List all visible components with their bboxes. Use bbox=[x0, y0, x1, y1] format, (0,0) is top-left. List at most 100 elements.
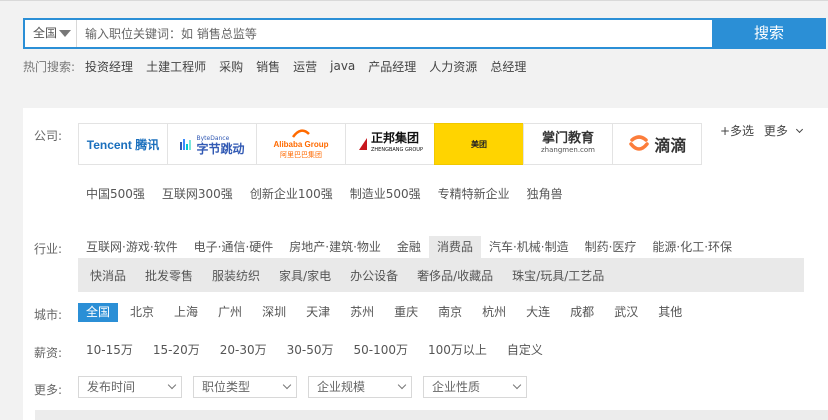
city-item[interactable]: 杭州 bbox=[474, 303, 514, 322]
chevron-down-icon bbox=[795, 125, 803, 134]
sub-industry-item[interactable]: 批发零售 bbox=[145, 267, 193, 284]
city-item[interactable]: 广州 bbox=[210, 303, 250, 322]
salary-label: 薪资: bbox=[34, 346, 63, 360]
company-logo-didi[interactable]: 滴滴 bbox=[612, 123, 702, 165]
city-item[interactable]: 南京 bbox=[430, 303, 470, 322]
company-nature-dropdown[interactable]: 企业性质 bbox=[423, 376, 527, 398]
tencent-logo-text: Tencent 腾讯 bbox=[86, 137, 160, 152]
company-size-dropdown[interactable]: 企业规模 bbox=[308, 376, 412, 398]
company-logo-zhangmen[interactable]: 掌门教育 zhangmen.com bbox=[523, 123, 613, 165]
company-tag[interactable]: 中国500强 bbox=[86, 185, 145, 202]
dropdown-label: 企业性质 bbox=[432, 380, 481, 394]
chevron-down-icon bbox=[512, 380, 522, 390]
salary-item[interactable]: 15-20万 bbox=[145, 341, 208, 360]
city-item[interactable]: 北京 bbox=[122, 303, 162, 322]
company-logo-alibaba[interactable]: Alibaba Group 阿里巴巴集团 bbox=[256, 123, 346, 165]
company-tag[interactable]: 专精特新企业 bbox=[438, 185, 510, 202]
hot-keyword[interactable]: 运营 bbox=[293, 58, 317, 75]
city-item[interactable]: 武汉 bbox=[606, 303, 646, 322]
city-item[interactable]: 其他 bbox=[650, 303, 690, 322]
zhengbang-name: 正邦集团 bbox=[371, 131, 420, 145]
company-logo-tencent[interactable]: Tencent 腾讯 bbox=[78, 123, 168, 165]
more-button[interactable]: 更多 bbox=[764, 124, 808, 138]
city-select[interactable]: 全国 bbox=[25, 20, 77, 47]
caret-down-icon bbox=[59, 30, 71, 37]
industry-item[interactable]: 能源·化工·环保 bbox=[644, 236, 740, 258]
hot-keyword[interactable]: 采购 bbox=[219, 58, 243, 75]
city-item[interactable]: 深圳 bbox=[254, 303, 294, 322]
city-item[interactable]: 成都 bbox=[562, 303, 602, 322]
salary-item[interactable]: 20-30万 bbox=[212, 341, 275, 360]
industry-item[interactable]: 房地产·建筑·物业 bbox=[281, 236, 389, 258]
company-logo-meituan[interactable]: 美团 bbox=[434, 123, 524, 165]
city-list: 全国 北京 上海 广州 深圳 天津 苏州 重庆 南京 杭州 大连 成都 武汉 其… bbox=[78, 303, 694, 322]
sub-industry-item[interactable]: 服装纺织 bbox=[212, 267, 260, 284]
search-button[interactable]: 搜索 bbox=[712, 18, 826, 49]
hot-keyword[interactable]: 土建工程师 bbox=[146, 58, 206, 75]
salary-item[interactable]: 30-50万 bbox=[279, 341, 342, 360]
chevron-down-icon bbox=[167, 380, 177, 390]
dropdown-label: 职位类型 bbox=[202, 380, 251, 394]
didi-icon bbox=[629, 135, 650, 151]
city-label: 城市: bbox=[34, 308, 63, 322]
more-filters: 发布时间 职位类型 企业规模 企业性质 bbox=[78, 376, 538, 398]
company-logo-bytedance[interactable]: ByteDance 字节跳动 bbox=[167, 123, 257, 165]
sub-industry-item[interactable]: 快消品 bbox=[90, 267, 126, 284]
hot-keyword[interactable]: 产品经理 bbox=[368, 58, 416, 75]
sub-industry-item[interactable]: 家具/家电 bbox=[279, 267, 331, 284]
multi-select-button[interactable]: +多选 bbox=[720, 124, 754, 138]
top-divider bbox=[0, 0, 828, 1]
publish-time-dropdown[interactable]: 发布时间 bbox=[78, 376, 182, 398]
company-tag[interactable]: 制造业500强 bbox=[350, 185, 421, 202]
industry-item[interactable]: 电子·通信·硬件 bbox=[186, 236, 282, 258]
sub-industry-item[interactable]: 奢侈品/收藏品 bbox=[417, 267, 493, 284]
keyword-input[interactable] bbox=[85, 20, 707, 47]
sub-industry-item[interactable]: 办公设备 bbox=[350, 267, 398, 284]
city-item-active[interactable]: 全国 bbox=[78, 303, 119, 322]
industry-item-active[interactable]: 消费品 bbox=[428, 236, 481, 258]
dropdown-label: 发布时间 bbox=[87, 380, 136, 394]
company-label: 公司: bbox=[34, 129, 63, 143]
company-logo-zhengbang[interactable]: 正邦集团 ZHENGBANG GROUP bbox=[345, 123, 435, 165]
city-item[interactable]: 重庆 bbox=[386, 303, 426, 322]
city-item[interactable]: 苏州 bbox=[342, 303, 382, 322]
salary-list: 10-15万 15-20万 20-30万 30-50万 50-100万 100万… bbox=[78, 341, 555, 360]
hot-keyword[interactable]: java bbox=[330, 59, 355, 73]
search-area: 全国 搜索 热门搜索: 投资经理 土建工程师 采购 销售 运营 java 产品经… bbox=[0, 0, 828, 92]
zhengbang-sub: ZHENGBANG GROUP bbox=[371, 147, 423, 153]
alibaba-icon bbox=[291, 129, 310, 138]
hot-search-label: 热门搜索: bbox=[23, 59, 76, 74]
city-item[interactable]: 大连 bbox=[518, 303, 558, 322]
industry-item[interactable]: 汽车·机械·制造 bbox=[481, 236, 577, 258]
search-bar: 全国 搜索 bbox=[23, 18, 826, 49]
company-tag[interactable]: 创新企业100强 bbox=[250, 185, 333, 202]
company-logos: Tencent 腾讯 ByteDance 字节跳动 Alibaba Group … bbox=[78, 123, 702, 165]
city-item[interactable]: 上海 bbox=[166, 303, 206, 322]
industry-item[interactable]: 互联网·游戏·软件 bbox=[78, 236, 186, 258]
company-tag[interactable]: 互联网300强 bbox=[162, 185, 233, 202]
hot-keyword[interactable]: 销售 bbox=[256, 58, 280, 75]
hot-keyword[interactable]: 人力资源 bbox=[429, 58, 477, 75]
sub-industry-list: 快消品 批发零售 服装纺织 家具/家电 办公设备 奢侈品/收藏品 珠宝/玩具/工… bbox=[78, 258, 804, 292]
hot-search: 热门搜索: 投资经理 土建工程师 采购 销售 运营 java 产品经理 人力资源… bbox=[23, 58, 539, 74]
salary-item[interactable]: 10-15万 bbox=[78, 341, 141, 360]
chevron-down-icon bbox=[282, 380, 292, 390]
company-tag[interactable]: 独角兽 bbox=[527, 185, 563, 202]
chevron-down-icon bbox=[397, 380, 407, 390]
sub-industry-item[interactable]: 珠宝/玩具/工艺品 bbox=[512, 267, 604, 284]
hot-keyword[interactable]: 投资经理 bbox=[85, 58, 133, 75]
results-header-strip bbox=[35, 410, 828, 420]
company-tags: 中国500强 互联网300强 创新企业100强 制造业500强 专精特新企业 独… bbox=[86, 185, 580, 202]
industry-item[interactable]: 制药·医疗 bbox=[577, 236, 645, 258]
bytedance-icon bbox=[180, 139, 192, 150]
salary-item[interactable]: 自定义 bbox=[499, 341, 551, 360]
industry-item[interactable]: 金融 bbox=[389, 236, 429, 258]
job-type-dropdown[interactable]: 职位类型 bbox=[193, 376, 297, 398]
salary-item[interactable]: 100万以上 bbox=[420, 341, 495, 360]
hot-keyword[interactable]: 总经理 bbox=[490, 58, 526, 75]
salary-item[interactable]: 50-100万 bbox=[346, 341, 417, 360]
meituan-name: 美团 bbox=[471, 139, 487, 149]
zhangmen-sub: zhangmen.com bbox=[540, 146, 596, 154]
city-item[interactable]: 天津 bbox=[298, 303, 338, 322]
dropdown-label: 企业规模 bbox=[317, 380, 366, 394]
